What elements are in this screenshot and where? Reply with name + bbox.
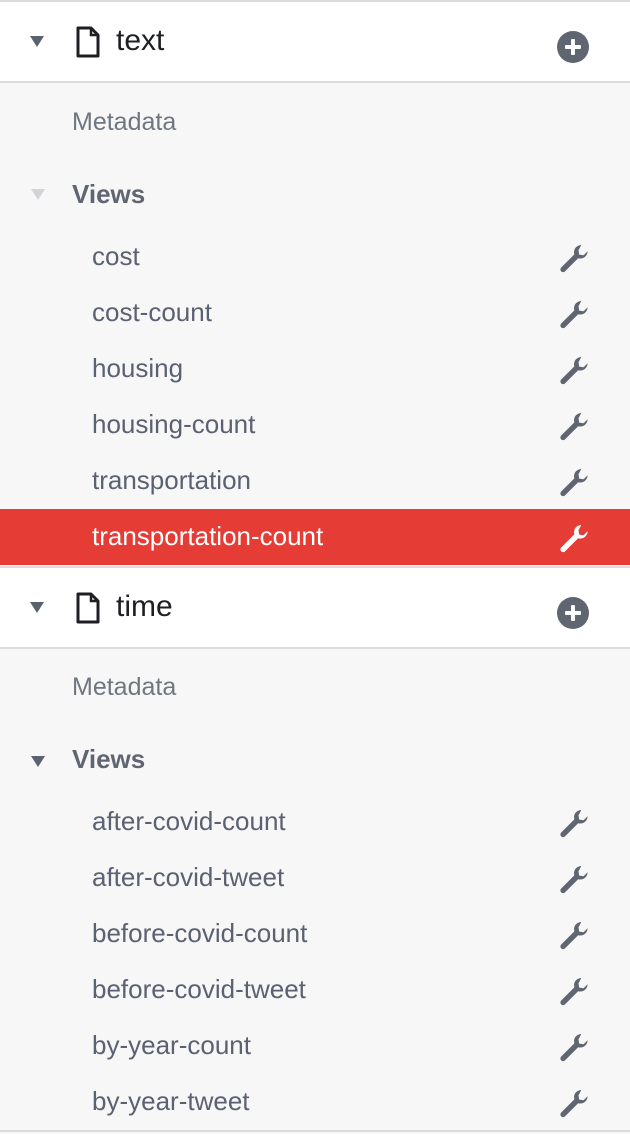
view-item[interactable]: transportation-count [0, 509, 630, 565]
wrench-icon[interactable] [556, 974, 592, 1010]
file-icon [76, 592, 100, 624]
database-header-text[interactable]: text [0, 0, 630, 83]
wrench-icon[interactable] [556, 409, 592, 445]
wrench-icon[interactable] [556, 806, 592, 842]
view-label[interactable]: after-covid-tweet [92, 862, 284, 893]
view-item[interactable]: by-year-count [0, 1018, 630, 1074]
view-item[interactable]: before-covid-tweet [0, 962, 630, 1018]
view-label[interactable]: transportation [92, 465, 251, 496]
view-label[interactable]: before-covid-count [92, 918, 307, 949]
view-label[interactable]: housing [92, 353, 183, 384]
view-item[interactable]: housing-count [0, 397, 630, 453]
collapse-caret-icon[interactable] [30, 602, 44, 613]
divider [0, 1130, 630, 1132]
database-name[interactable]: text [116, 24, 164, 58]
view-label[interactable]: by-year-count [92, 1030, 251, 1061]
view-label[interactable]: after-covid-count [92, 806, 286, 837]
view-item[interactable]: after-covid-count [0, 794, 630, 850]
view-label[interactable]: cost-count [92, 297, 212, 328]
wrench-icon[interactable] [556, 297, 592, 333]
views-caret-icon[interactable] [31, 756, 45, 767]
view-item[interactable]: by-year-tweet [0, 1074, 630, 1130]
wrench-icon[interactable] [556, 521, 592, 557]
view-item[interactable]: after-covid-tweet [0, 850, 630, 906]
view-label[interactable]: transportation-count [92, 521, 323, 552]
wrench-icon[interactable] [556, 862, 592, 898]
view-item[interactable]: cost [0, 229, 630, 285]
file-icon [76, 26, 100, 58]
wrench-icon[interactable] [556, 353, 592, 389]
view-item[interactable]: before-covid-count [0, 906, 630, 962]
view-item[interactable]: transportation [0, 453, 630, 509]
view-item[interactable]: housing [0, 341, 630, 397]
database-name[interactable]: time [116, 590, 173, 624]
plus-circle-icon[interactable] [557, 31, 589, 63]
views-caret-icon[interactable] [31, 189, 45, 200]
collapse-caret-icon[interactable] [30, 36, 44, 47]
metadata-link[interactable]: Metadata [72, 108, 176, 137]
metadata-link[interactable]: Metadata [72, 673, 176, 702]
view-label[interactable]: housing-count [92, 409, 255, 440]
view-label[interactable]: before-covid-tweet [92, 974, 306, 1005]
view-label[interactable]: cost [92, 241, 140, 272]
wrench-icon[interactable] [556, 465, 592, 501]
views-heading[interactable]: Views [72, 179, 145, 210]
wrench-icon[interactable] [556, 241, 592, 277]
plus-circle-icon[interactable] [557, 597, 589, 629]
view-label[interactable]: by-year-tweet [92, 1086, 250, 1117]
wrench-icon[interactable] [556, 1030, 592, 1066]
view-item[interactable]: cost-count [0, 285, 630, 341]
wrench-icon[interactable] [556, 918, 592, 954]
database-header-time[interactable]: time [0, 566, 630, 649]
wrench-icon[interactable] [556, 1086, 592, 1122]
views-heading[interactable]: Views [72, 744, 145, 775]
